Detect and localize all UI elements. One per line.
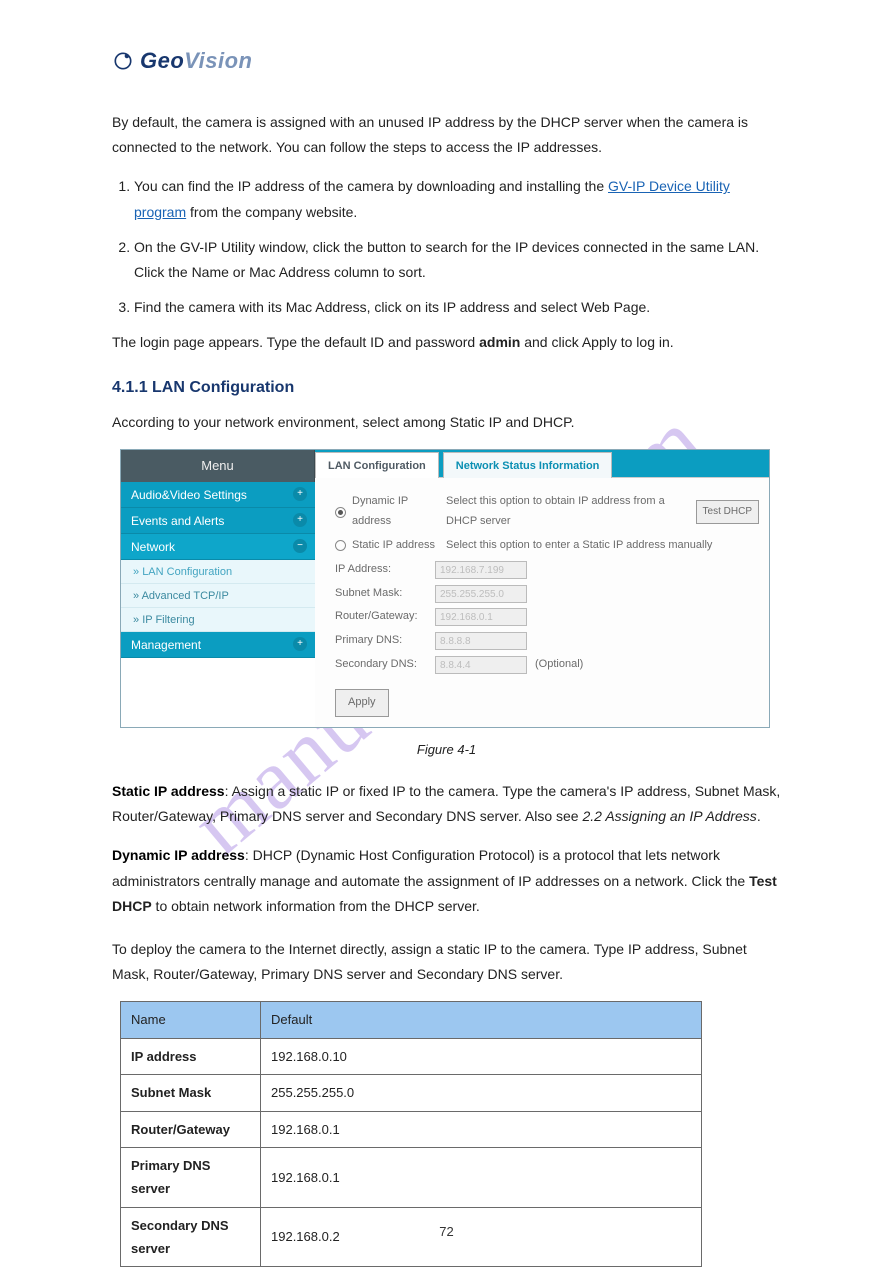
input-dns2[interactable]: 8.8.4.4 [435,656,527,674]
intro-paragraph: By default, the camera is assigned with … [112,110,781,160]
defaults-table: Name Default IP address192.168.0.10 Subn… [120,1001,702,1267]
radio-static-ip[interactable] [335,540,346,551]
test-dhcp-button[interactable]: Test DHCP [696,500,759,524]
table-header-name: Name [121,1002,261,1038]
step-3: Find the camera with its Mac Address, cl… [134,295,781,320]
input-ip[interactable]: 192.168.7.199 [435,561,527,579]
plus-icon: + [293,487,307,501]
globe-icon [112,50,134,72]
dynamic-ip-desc: Select this option to obtain IP address … [446,492,690,532]
plus-icon: + [293,637,307,651]
radio-dynamic-ip[interactable] [335,507,346,518]
label-gateway: Router/Gateway: [335,607,435,627]
steps-list: You can find the IP address of the camer… [112,174,781,320]
step-1: You can find the IP address of the camer… [134,174,781,224]
sidebar-sub-lan[interactable]: » LAN Configuration [121,560,315,584]
input-gateway[interactable]: 192.168.0.1 [435,608,527,626]
lan-config-screenshot: Menu Audio&Video Settings + Events and A… [120,449,770,727]
theory-paragraph: To deploy the camera to the Internet dir… [112,937,781,987]
minus-icon: − [293,539,307,553]
table-row: Primary DNS server192.168.0.1 [121,1147,702,1207]
apply-button[interactable]: Apply [335,689,389,717]
input-mask[interactable]: 255.255.255.0 [435,585,527,603]
brand-text: GeoVision [140,48,253,74]
table-row: Router/Gateway192.168.0.1 [121,1111,702,1147]
label-mask: Subnet Mask: [335,584,435,604]
static-ip-desc: Select this option to enter a Static IP … [446,536,759,556]
sidebar-item-management[interactable]: Management + [121,632,315,658]
dynamic-ip-label: Dynamic IP address [352,492,446,532]
sidebar-sub-tcpip[interactable]: » Advanced TCP/IP [121,584,315,608]
menu-header: Menu [121,450,315,482]
section-heading-lan: 4.1.1 LAN Configuration [112,374,781,403]
sidebar-item-network[interactable]: Network − [121,534,315,560]
sidebar-item-label: Management [131,638,201,652]
lan-paragraph: According to your network environment, s… [112,410,781,435]
table-header-default: Default [261,1002,702,1038]
sidebar-item-audio-video[interactable]: Audio&Video Settings + [121,482,315,508]
sidebar-item-events[interactable]: Events and Alerts + [121,508,315,534]
sidebar-item-label: Network [131,540,175,554]
label-dns2: Secondary DNS: [335,655,435,675]
table-row: Secondary DNS server192.168.0.2 [121,1207,702,1267]
sidebar-sub-ipfilter[interactable]: » IP Filtering [121,608,315,632]
plus-icon: + [293,513,307,527]
step-2: On the GV-IP Utility window, click the b… [134,235,781,285]
static-ip-label: Static IP address [352,536,446,556]
static-ip-paragraph: Static IP address: Assign a static IP or… [112,779,781,829]
input-dns1[interactable]: 8.8.8.8 [435,632,527,650]
table-row: IP address192.168.0.10 [121,1038,702,1074]
label-ip: IP Address: [335,560,435,580]
sidebar-item-label: Audio&Video Settings [131,488,247,502]
sidebar-item-label: Events and Alerts [131,514,224,528]
figure-caption: Figure 4-1 [112,738,781,761]
table-row: Subnet Mask255.255.255.0 [121,1075,702,1111]
login-note: The login page appears. Type the default… [112,330,781,355]
optional-note: (Optional) [535,655,583,675]
tab-network-status[interactable]: Network Status Information [443,452,613,478]
dynamic-ip-paragraph: Dynamic IP address: DHCP (Dynamic Host C… [112,843,781,919]
tab-lan-config[interactable]: LAN Configuration [315,452,439,478]
label-dns1: Primary DNS: [335,631,435,651]
brand-logo: GeoVision [112,48,781,74]
